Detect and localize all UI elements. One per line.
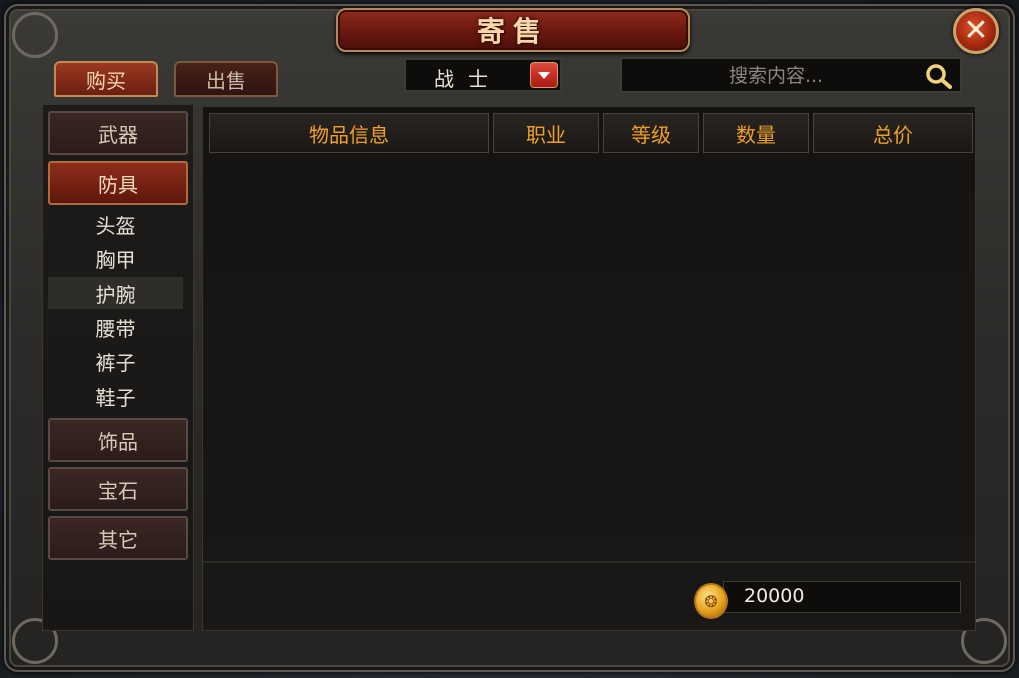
gold-amount: 20000 [744, 585, 805, 607]
column-header-class: 职业 [493, 113, 599, 153]
column-header-quantity: 数量 [703, 113, 809, 153]
frame-ornament-top-left [12, 12, 58, 58]
category-sidebar: 武器 防具 头盔 胸甲 护腕 腰带 裤子 鞋子 饰品 宝石 其它 [42, 104, 194, 631]
category-weapons[interactable]: 武器 [48, 111, 188, 155]
search-box [620, 57, 962, 93]
subcategory-pants[interactable]: 裤子 [48, 345, 183, 377]
tab-buy[interactable]: 购买 [54, 61, 158, 97]
category-accessories[interactable]: 饰品 [48, 418, 188, 462]
search-input[interactable] [628, 61, 924, 91]
tab-sell[interactable]: 出售 [174, 61, 278, 97]
category-gems[interactable]: 宝石 [48, 467, 188, 511]
listing-panel: 物品信息 职业 等级 数量 总价 20000 ❂ [202, 106, 976, 631]
subcategory-belt[interactable]: 腰带 [48, 311, 183, 343]
subcategory-bracer[interactable]: 护腕 [48, 277, 183, 309]
category-armor[interactable]: 防具 [48, 161, 188, 205]
search-icon[interactable] [924, 63, 954, 89]
footer-divider [203, 561, 975, 563]
category-others[interactable]: 其它 [48, 516, 188, 560]
column-header-item-info: 物品信息 [209, 113, 489, 153]
gold-coin-icon: ❂ [694, 583, 728, 619]
column-header-total-price: 总价 [813, 113, 973, 153]
close-icon: ✕ [963, 13, 989, 48]
gold-balance: 20000 [723, 581, 961, 613]
class-filter-value: 战士 [434, 67, 502, 91]
column-header-level: 等级 [603, 113, 699, 153]
subcategory-chest[interactable]: 胸甲 [48, 242, 183, 274]
close-button[interactable]: ✕ [953, 8, 999, 54]
class-filter-dropdown[interactable]: 战士 [404, 58, 562, 92]
subcategory-helmet[interactable]: 头盔 [48, 208, 183, 240]
window-title: 寄售 [336, 8, 690, 52]
chevron-down-icon[interactable] [530, 62, 558, 88]
subcategory-shoes[interactable]: 鞋子 [48, 380, 183, 412]
